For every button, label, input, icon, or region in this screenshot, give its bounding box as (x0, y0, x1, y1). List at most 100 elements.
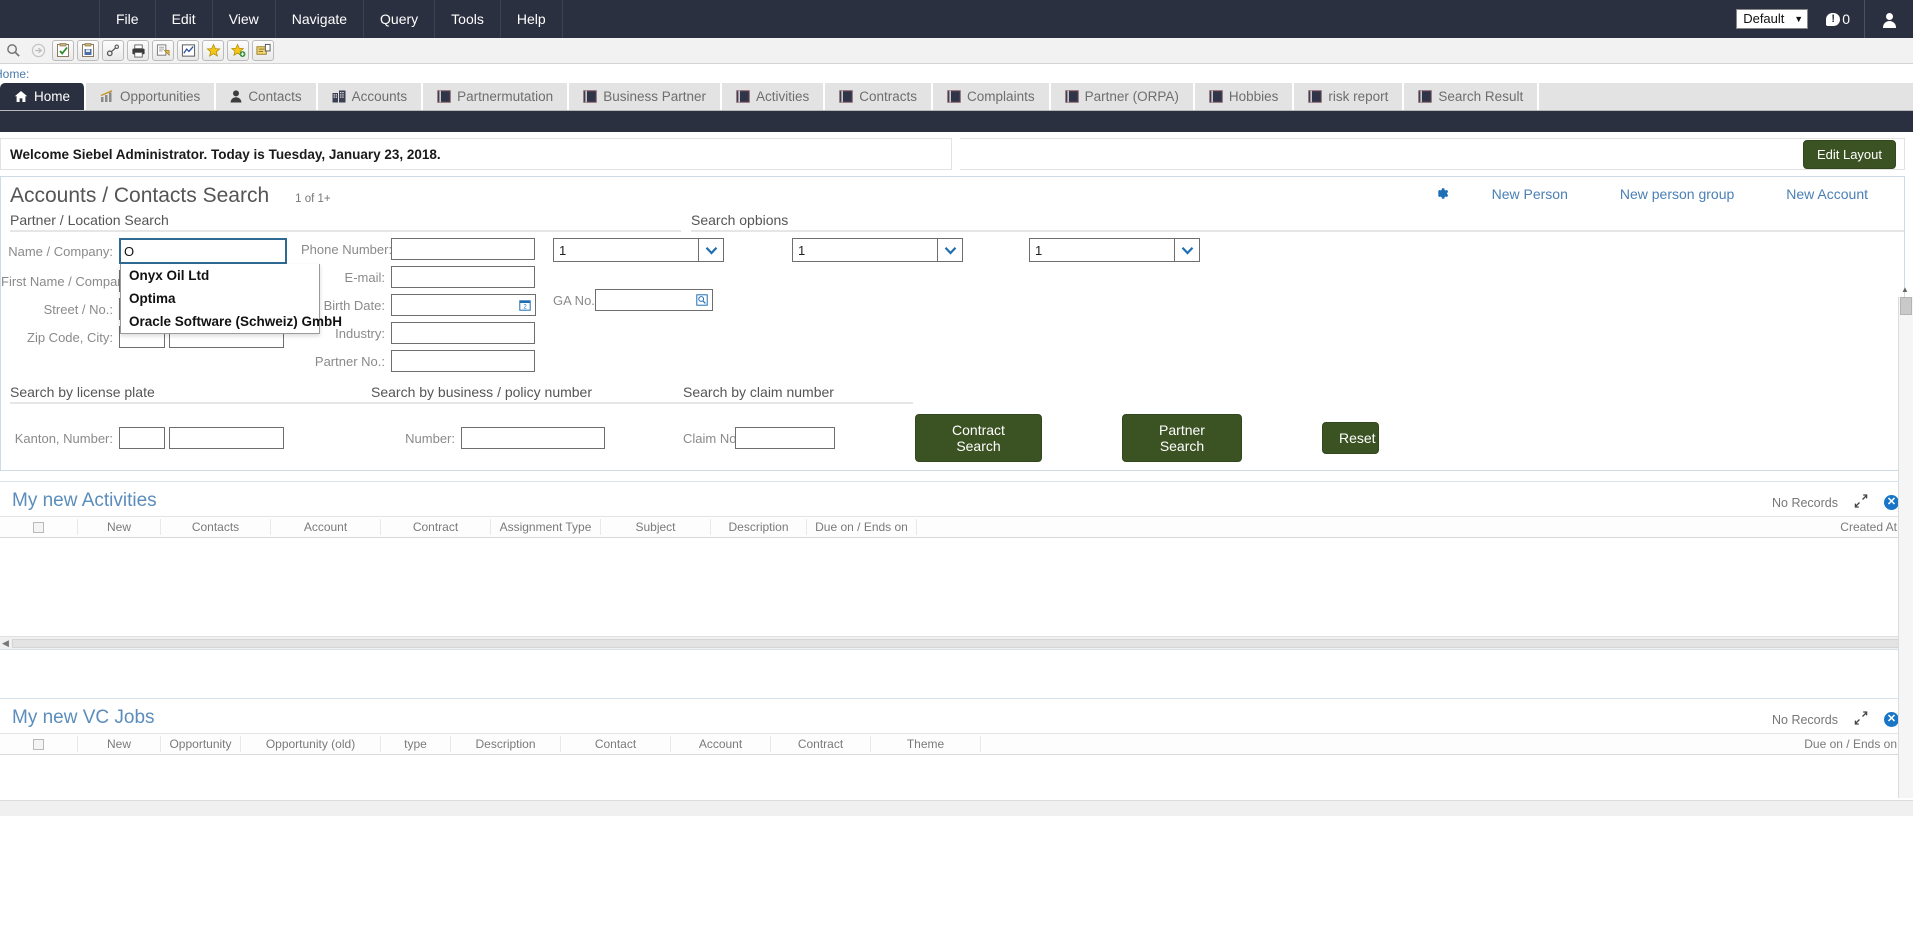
select-all-checkbox-cell[interactable] (0, 519, 78, 535)
name-company-autocomplete[interactable]: Onyx Oil Ltd Optima Oracle Software (Sch… (120, 264, 342, 334)
search-option-select-1[interactable]: 1 (553, 238, 724, 262)
activities-horizontal-scrollbar[interactable]: ◀ ▶ (0, 636, 1913, 649)
favorite-star-icon[interactable] (202, 40, 224, 61)
chevron-down-icon[interactable] (937, 238, 963, 262)
column-header-description[interactable]: Description (451, 736, 561, 752)
ga-no-input[interactable] (595, 289, 692, 311)
column-header-new[interactable]: New (78, 519, 161, 535)
link-icon[interactable] (102, 40, 124, 61)
menu-item-help[interactable]: Help (501, 0, 563, 38)
tab-risk-report[interactable]: risk report (1294, 83, 1405, 110)
search-option-select-2[interactable]: 1 (792, 238, 963, 262)
print-icon[interactable] (127, 40, 149, 61)
menu-item-query[interactable]: Query (364, 0, 436, 38)
tab-contacts[interactable]: Contacts (216, 83, 318, 110)
column-header-contract[interactable]: Contract (381, 519, 491, 535)
chevron-down-icon[interactable] (698, 238, 724, 262)
search-option-select-3[interactable]: 1 (1029, 238, 1200, 262)
column-header-assignment-type[interactable]: Assignment Type (491, 519, 601, 535)
message-indicator[interactable]: 0 (1808, 11, 1864, 27)
tab-home[interactable]: Home (0, 83, 87, 110)
new-account-link[interactable]: New Account (1760, 186, 1894, 202)
column-header-description[interactable]: Description (711, 519, 807, 535)
license-number-input[interactable] (169, 427, 284, 449)
partner-no-input[interactable] (391, 350, 535, 372)
tab-hobbies[interactable]: Hobbies (1194, 83, 1295, 110)
reset-button[interactable]: Reset (1322, 422, 1379, 454)
column-header-contract[interactable]: Contract (771, 736, 871, 752)
new-record-icon[interactable] (52, 40, 74, 61)
new-person-link[interactable]: New Person (1466, 186, 1594, 202)
industry-input[interactable] (391, 322, 535, 344)
new-person-group-link[interactable]: New person group (1594, 186, 1760, 202)
select-all-checkbox-cell[interactable] (0, 736, 78, 752)
column-header-contacts[interactable]: Contacts (161, 519, 271, 535)
autocomplete-item[interactable]: Oracle Software (Schweiz) GmbH (121, 310, 342, 333)
menu-item-view[interactable]: View (213, 0, 276, 38)
chart-icon[interactable] (177, 40, 199, 61)
tab-opportunities[interactable]: Opportunities (86, 83, 217, 110)
menu-item-file[interactable]: File (100, 0, 156, 38)
close-icon[interactable]: ✕ (1884, 495, 1899, 510)
column-header-account[interactable]: Account (271, 519, 381, 535)
select-all-checkbox[interactable] (33, 738, 44, 750)
tab-accounts[interactable]: Accounts (317, 83, 424, 110)
autocomplete-item[interactable]: Onyx Oil Ltd (121, 264, 319, 287)
scroll-up-icon[interactable]: ▲ (1901, 285, 1909, 294)
tab-activities[interactable]: Activities (722, 83, 826, 110)
menu-item-tools[interactable]: Tools (435, 0, 501, 38)
name-company-input[interactable] (119, 238, 287, 264)
column-header-subject[interactable]: Subject (601, 519, 711, 535)
scroll-track[interactable] (11, 638, 1902, 648)
business-number-input[interactable] (461, 427, 605, 449)
scroll-left-icon[interactable]: ◀ (2, 638, 9, 649)
save-record-icon[interactable] (77, 40, 99, 61)
tab-partner-orpa[interactable]: Partner (ORPA) (1050, 83, 1195, 110)
column-header-theme[interactable]: Theme (871, 736, 981, 752)
select-value: 1 (792, 238, 937, 262)
collapse-icon[interactable] (1854, 494, 1868, 511)
column-header-opportunity-old[interactable]: Opportunity (old) (241, 736, 381, 752)
kanton-input[interactable] (119, 427, 165, 449)
collapse-icon[interactable] (1854, 711, 1868, 728)
column-header-opportunity[interactable]: Opportunity (161, 736, 241, 752)
partner-search-button[interactable]: Partner Search (1122, 414, 1242, 462)
edit-layout-button[interactable]: Edit Layout (1802, 139, 1896, 169)
select-all-checkbox[interactable] (33, 521, 44, 533)
report-icon[interactable] (152, 40, 174, 61)
column-header-due-ends[interactable]: Due on / Ends on (807, 519, 917, 535)
search-icon[interactable] (2, 40, 24, 61)
lookup-icon[interactable] (692, 289, 713, 311)
profile-selector[interactable]: Default ▼ (1736, 9, 1809, 29)
claim-no-input[interactable] (735, 427, 835, 449)
contract-search-button[interactable]: Contract Search (915, 414, 1042, 462)
calendar-icon[interactable]: 2 (515, 294, 536, 316)
tab-search-result[interactable]: Search Result (1404, 83, 1540, 110)
column-header-due-ends[interactable]: Due on / Ends on (981, 736, 1913, 752)
autocomplete-item[interactable]: Optima (121, 287, 319, 310)
notes-icon[interactable] (252, 40, 274, 61)
column-header-type[interactable]: type (381, 736, 451, 752)
tab-business-partner[interactable]: Business Partner (569, 83, 722, 110)
page-vertical-scrollbar[interactable]: ▲ ▼ (1898, 285, 1913, 812)
home-icon (14, 90, 28, 103)
user-menu-button[interactable] (1864, 0, 1913, 38)
tab-contracts[interactable]: Contracts (825, 83, 934, 110)
tab-complaints[interactable]: Complaints (933, 83, 1051, 110)
menu-item-edit[interactable]: Edit (156, 0, 213, 38)
close-icon[interactable]: ✕ (1884, 712, 1899, 727)
chevron-down-icon[interactable] (1174, 238, 1200, 262)
column-header-new[interactable]: New (78, 736, 161, 752)
menu-item-navigate[interactable]: Navigate (276, 0, 365, 38)
scroll-thumb[interactable] (1900, 297, 1912, 315)
tab-partnermutation[interactable]: Partnermutation (423, 83, 570, 110)
add-favorite-icon[interactable] (227, 40, 249, 61)
birth-date-input[interactable] (391, 294, 515, 316)
column-header-created-at[interactable]: Created At (917, 519, 1913, 535)
column-header-contact[interactable]: Contact (561, 736, 671, 752)
column-header-account[interactable]: Account (671, 736, 771, 752)
phone-number-input[interactable] (391, 238, 535, 260)
gear-icon[interactable] (1417, 185, 1466, 202)
email-input[interactable] (391, 266, 535, 288)
forward-arrow-icon[interactable] (27, 40, 49, 61)
